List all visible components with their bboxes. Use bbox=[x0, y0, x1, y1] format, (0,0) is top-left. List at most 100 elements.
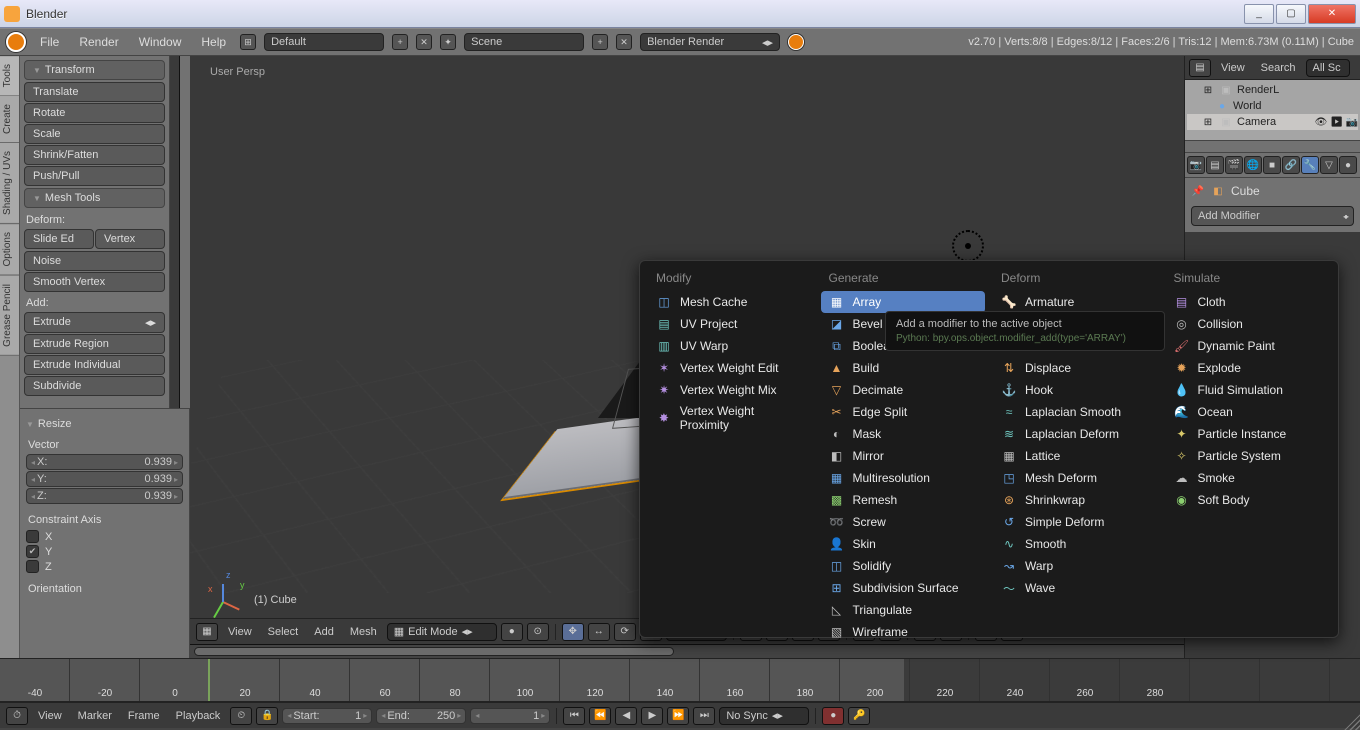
keying-set-icon[interactable]: 🔑 bbox=[848, 707, 870, 725]
subdivide-button[interactable]: Subdivide bbox=[24, 376, 165, 396]
outliner-tree[interactable]: ⊞▣RenderL ●World ⊞▣Camera👁 ▶ 📷 bbox=[1185, 80, 1360, 140]
modifier-displace[interactable]: ⇅Displace bbox=[993, 357, 1158, 379]
modifier-vertex-weight-proximity[interactable]: ✸Vertex Weight Proximity bbox=[648, 401, 813, 435]
keyframe-next-icon[interactable]: ⏩ bbox=[667, 707, 689, 725]
modifier-skin[interactable]: 👤Skin bbox=[821, 533, 986, 555]
menu-file[interactable]: File bbox=[34, 32, 65, 52]
modifier-laplacian-smooth[interactable]: ≈Laplacian Smooth bbox=[993, 401, 1158, 423]
resize-y-field[interactable]: Y:0.939 bbox=[26, 471, 183, 487]
frame-end-field[interactable]: End:250 bbox=[376, 708, 466, 724]
prop-tab-modifiers-icon[interactable]: 🔧 bbox=[1301, 156, 1319, 174]
autokey-record-icon[interactable]: ● bbox=[822, 707, 844, 725]
resize-x-field[interactable]: X:0.939 bbox=[26, 454, 183, 470]
modifier-shrinkwrap[interactable]: ⊛Shrinkwrap bbox=[993, 489, 1158, 511]
panel-resize[interactable]: Resize bbox=[26, 415, 183, 433]
modifier-solidify[interactable]: ◫Solidify bbox=[821, 555, 986, 577]
modifier-wireframe[interactable]: ▧Wireframe bbox=[821, 621, 986, 643]
modifier-dynamic-paint[interactable]: 🖌Dynamic Paint bbox=[1166, 335, 1331, 357]
resize-z-field[interactable]: Z:0.939 bbox=[26, 488, 183, 504]
lamp-object[interactable] bbox=[952, 230, 984, 262]
modifier-triangulate[interactable]: ◺Triangulate bbox=[821, 599, 986, 621]
modifier-edge-split[interactable]: ✂Edge Split bbox=[821, 401, 986, 423]
scene-delete-button[interactable]: ✕ bbox=[616, 34, 632, 50]
prop-tab-world-icon[interactable]: 🌐 bbox=[1244, 156, 1262, 174]
view3d-menu-add[interactable]: Add bbox=[308, 626, 340, 638]
modifier-remesh[interactable]: ▩Remesh bbox=[821, 489, 986, 511]
menu-render[interactable]: Render bbox=[73, 32, 124, 52]
slide-edge-button[interactable]: Slide Ed bbox=[24, 229, 94, 249]
noise-button[interactable]: Noise bbox=[24, 251, 165, 271]
extrude-region-button[interactable]: Extrude Region bbox=[24, 334, 165, 354]
prop-tab-scene-icon[interactable]: 🎬 bbox=[1225, 156, 1243, 174]
shading-solid-icon[interactable]: ● bbox=[501, 623, 523, 641]
jump-start-icon[interactable]: ⏮ bbox=[563, 707, 585, 725]
timeline-menu-marker[interactable]: Marker bbox=[72, 710, 118, 722]
blender-logo-icon[interactable] bbox=[6, 32, 26, 52]
tool-scrollbar[interactable] bbox=[170, 56, 180, 408]
panel-mesh-tools[interactable]: Mesh Tools bbox=[24, 188, 165, 208]
manipulator-translate-icon[interactable]: ↔ bbox=[588, 623, 610, 641]
pivot-icon[interactable]: ⊙ bbox=[527, 623, 549, 641]
tool-tab-options[interactable]: Options bbox=[0, 224, 19, 275]
timeline-menu-playback[interactable]: Playback bbox=[170, 710, 227, 722]
view3d-menu-mesh[interactable]: Mesh bbox=[344, 626, 383, 638]
current-frame-field[interactable]: 1 bbox=[470, 708, 550, 724]
menu-help[interactable]: Help bbox=[195, 32, 232, 52]
timeline-region[interactable]: -40-200204060801001201401601802002202402… bbox=[0, 658, 1360, 702]
rotate-button[interactable]: Rotate bbox=[24, 103, 165, 123]
modifier-uv-warp[interactable]: ▥UV Warp bbox=[648, 335, 813, 357]
screen-delete-button[interactable]: ✕ bbox=[416, 34, 432, 50]
sync-mode-picker[interactable]: No Sync ◂▸ bbox=[719, 707, 809, 725]
manipulator-toggle-icon[interactable]: ✥ bbox=[562, 623, 584, 641]
modifier-smoke[interactable]: ☁Smoke bbox=[1166, 467, 1331, 489]
manipulator-rotate-icon[interactable]: ⟳ bbox=[614, 623, 636, 641]
push-pull-button[interactable]: Push/Pull bbox=[24, 166, 165, 186]
play-reverse-icon[interactable]: ◀ bbox=[615, 707, 637, 725]
modifier-decimate[interactable]: ▽Decimate bbox=[821, 379, 986, 401]
maximize-button[interactable]: ▢ bbox=[1276, 4, 1306, 24]
modifier-mirror[interactable]: ◧Mirror bbox=[821, 445, 986, 467]
modifier-mask[interactable]: ◐Mask bbox=[821, 423, 986, 445]
modifier-laplacian-deform[interactable]: ≋Laplacian Deform bbox=[993, 423, 1158, 445]
modifier-collision[interactable]: ◎Collision bbox=[1166, 313, 1331, 335]
keyframe-prev-icon[interactable]: ⏪ bbox=[589, 707, 611, 725]
lock-range-icon[interactable]: 🔒 bbox=[256, 707, 278, 725]
menu-window[interactable]: Window bbox=[133, 32, 188, 52]
screen-add-button[interactable]: + bbox=[392, 34, 408, 50]
modifier-fluid-simulation[interactable]: 💧Fluid Simulation bbox=[1166, 379, 1331, 401]
modifier-armature[interactable]: 🦴Armature bbox=[993, 291, 1158, 313]
modifier-vertex-weight-edit[interactable]: ✶Vertex Weight Edit bbox=[648, 357, 813, 379]
panel-transform[interactable]: Transform bbox=[24, 60, 165, 80]
tool-tab-create[interactable]: Create bbox=[0, 96, 19, 143]
modifier-screw[interactable]: ➿Screw bbox=[821, 511, 986, 533]
minimize-button[interactable]: _ bbox=[1244, 4, 1274, 24]
timeline-menu-view[interactable]: View bbox=[32, 710, 68, 722]
modifier-vertex-weight-mix[interactable]: ✷Vertex Weight Mix bbox=[648, 379, 813, 401]
modifier-warp[interactable]: ↝Warp bbox=[993, 555, 1158, 577]
extrude-picker[interactable]: Extrude◂▸ bbox=[24, 312, 165, 333]
modifier-mesh-cache[interactable]: ◫Mesh Cache bbox=[648, 291, 813, 313]
scene-browse-icon[interactable]: ✦ bbox=[440, 34, 456, 50]
modifier-lattice[interactable]: ▦Lattice bbox=[993, 445, 1158, 467]
view3d-hscroll[interactable] bbox=[190, 644, 1184, 658]
outliner-menu-view[interactable]: View bbox=[1215, 62, 1251, 74]
use-preview-range-icon[interactable]: ⏲ bbox=[230, 707, 252, 725]
editor-type-icon[interactable]: ▦ bbox=[196, 623, 218, 641]
prop-tab-material-icon[interactable]: ● bbox=[1339, 156, 1357, 174]
modifier-wave[interactable]: 〜Wave bbox=[993, 577, 1158, 599]
constraint-z-check[interactable]: Z bbox=[26, 560, 183, 573]
modifier-particle-instance[interactable]: ✦Particle Instance bbox=[1166, 423, 1331, 445]
translate-button[interactable]: Translate bbox=[24, 82, 165, 102]
modifier-particle-system[interactable]: ✧Particle System bbox=[1166, 445, 1331, 467]
screen-layout-picker[interactable]: Default bbox=[264, 33, 384, 51]
timeline-menu-frame[interactable]: Frame bbox=[122, 710, 166, 722]
prop-tab-data-icon[interactable]: ▽ bbox=[1320, 156, 1338, 174]
jump-end-icon[interactable]: ⏭ bbox=[693, 707, 715, 725]
outliner-editor-type-icon[interactable]: ▤ bbox=[1189, 59, 1211, 77]
tool-tab-shading-uvs[interactable]: Shading / UVs bbox=[0, 143, 19, 224]
scene-picker[interactable]: Scene bbox=[464, 33, 584, 51]
scale-button[interactable]: Scale bbox=[24, 124, 165, 144]
play-icon[interactable]: ▶ bbox=[641, 707, 663, 725]
tool-tab-tools[interactable]: Tools bbox=[0, 56, 19, 96]
modifier-multiresolution[interactable]: ▦Multiresolution bbox=[821, 467, 986, 489]
